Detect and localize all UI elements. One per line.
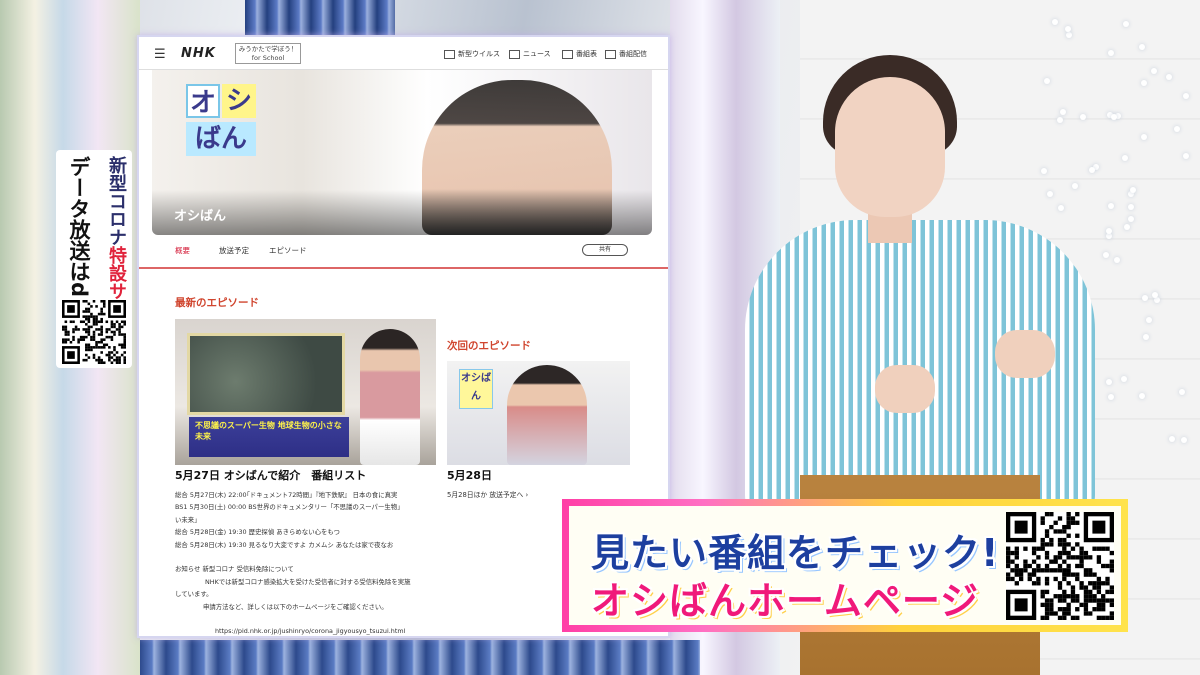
crystal-bead <box>1113 256 1120 263</box>
presenter-face <box>835 77 945 217</box>
crystal-bead <box>1127 204 1134 211</box>
header-link-virus[interactable]: 新型ウイルス <box>444 49 500 59</box>
crystal-bead <box>1152 291 1159 298</box>
crystal-bead <box>1123 20 1130 27</box>
hamburger-icon[interactable]: ☰ <box>154 47 166 62</box>
crystal-bead <box>1138 43 1145 50</box>
virus-icon <box>444 49 455 59</box>
oshiban-logo-tile-3: ばん <box>186 122 256 156</box>
latest-thumbnail-presenter <box>360 329 420 465</box>
covid-prefix: 新型コロナ <box>106 156 127 246</box>
crystal-bead <box>1142 294 1149 301</box>
crystal-bead <box>1140 133 1147 140</box>
qr-code-homepage <box>1006 512 1114 620</box>
oshiban-logo-tile-1: オ <box>186 84 220 118</box>
share-button[interactable]: 共有 <box>582 244 628 256</box>
web-header: ☰ NHK みうかたで学ぼう！ for School 新型ウイルス ニュース 番… <box>139 37 668 70</box>
tab-divider <box>139 267 668 269</box>
crystal-bead <box>1179 388 1186 395</box>
promo-banner: 見たい番組をチェック! オシばんホームページ <box>562 499 1128 632</box>
next-episode-heading: 次回のエピソード <box>447 340 531 352</box>
crystal-bead <box>1102 252 1109 259</box>
crystal-bead <box>1139 392 1146 399</box>
latest-thumbnail-inset <box>187 333 345 415</box>
crystal-bead <box>1140 79 1147 86</box>
crystal-bead <box>1107 49 1114 56</box>
news-icon <box>509 49 520 59</box>
schedule-icon <box>562 49 573 59</box>
nhk-logo[interactable]: NHK <box>181 46 216 61</box>
crystal-bead <box>1120 375 1127 382</box>
streaming-icon <box>605 49 616 59</box>
datacast-label: データ放送はd <box>67 156 91 298</box>
crystal-bead <box>1107 203 1114 210</box>
header-link-news[interactable]: ニュース <box>509 49 551 59</box>
tab-episodes[interactable]: エピソード <box>269 245 307 256</box>
header-link-schedule[interactable]: 番組表 <box>562 49 597 59</box>
studio-top-tiles <box>245 0 395 36</box>
next-thumbnail-logo: オシばん <box>459 369 493 409</box>
hero-title: オシばん <box>174 209 227 224</box>
studio-floor-tiles <box>140 640 700 675</box>
promo-headline: 見たい番組をチェック! <box>591 531 1000 575</box>
presenter-hand-left <box>875 365 935 413</box>
tab-overview[interactable]: 概要 <box>175 245 190 256</box>
latest-thumbnail-caption: 不思議のスーパー生物 地球生物の小さな未来 <box>189 417 349 457</box>
presenter-hand-right <box>995 330 1055 378</box>
crystal-bead <box>1110 113 1117 120</box>
crystal-bead <box>1105 228 1112 235</box>
promo-subheadline: オシばんホームページ <box>591 579 980 623</box>
next-episode-thumbnail[interactable]: オシばん <box>447 361 630 465</box>
crystal-bead <box>1168 436 1175 443</box>
latest-episode-thumbnail[interactable]: 不思議のスーパー生物 地球生物の小さな未来 <box>175 319 436 465</box>
for-school-link[interactable]: みうかたで学ぼう！ for School <box>235 43 301 64</box>
tab-broadcast-schedule[interactable]: 放送予定 <box>219 245 249 256</box>
header-link-streaming[interactable]: 番組配信 <box>605 49 647 59</box>
latest-episode-title[interactable]: 5月27日 オシばんで紹介 番組リスト <box>175 467 366 483</box>
oshiban-logo-tile-2: シ <box>222 84 256 118</box>
promo-inner: 見たい番組をチェック! オシばんホームページ <box>569 506 1121 625</box>
next-episode-title[interactable]: 5月28日 <box>447 467 492 483</box>
crystal-bead <box>1105 378 1112 385</box>
qr-code-small <box>62 300 126 364</box>
hero-shade <box>152 190 652 235</box>
crystal-bead <box>1180 436 1187 443</box>
next-thumbnail-presenter <box>507 365 587 465</box>
crystal-bead <box>1146 316 1153 323</box>
hero-banner: オ シ ばん オシばん <box>152 70 652 235</box>
latest-episode-heading: 最新のエピソード <box>175 297 259 309</box>
